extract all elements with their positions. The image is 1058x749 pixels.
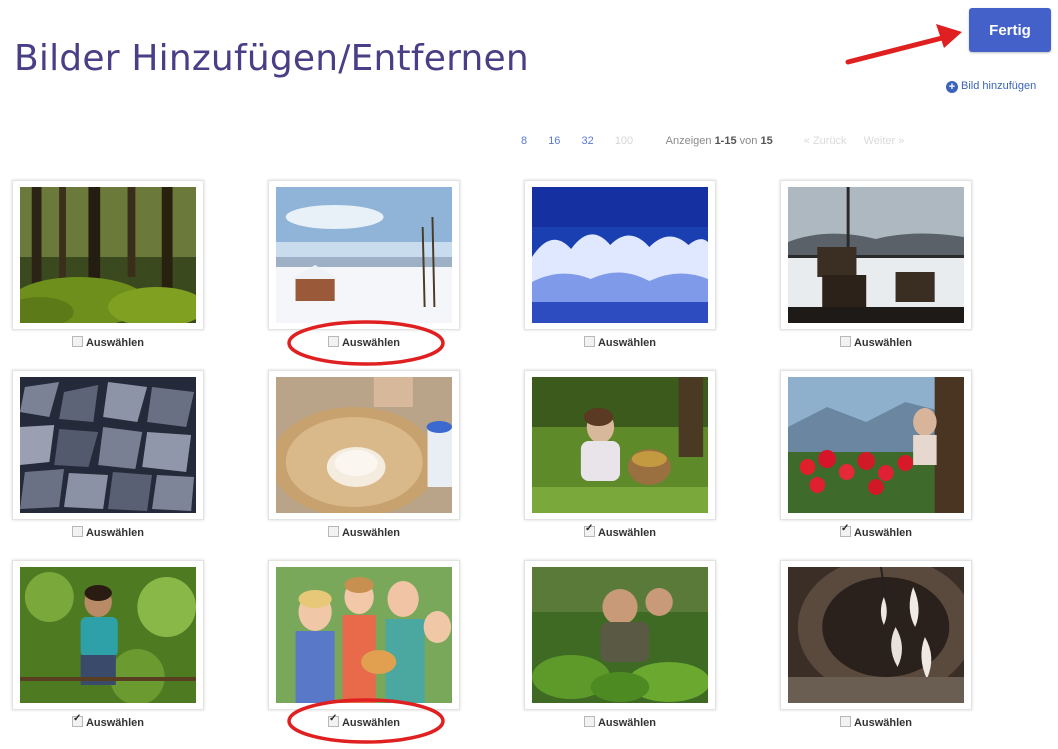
per-page-8[interactable]: 8 bbox=[521, 135, 527, 147]
select-checkbox[interactable] bbox=[839, 716, 851, 727]
select-label: Auswählen bbox=[85, 527, 145, 539]
per-page-32[interactable]: 32 bbox=[582, 135, 594, 147]
select-toggle[interactable]: Auswählen bbox=[268, 713, 460, 729]
result-total: 15 bbox=[760, 135, 773, 147]
select-checkbox[interactable] bbox=[71, 713, 83, 727]
select-toggle[interactable]: Auswählen bbox=[524, 523, 716, 539]
next-page-link[interactable]: Weiter » bbox=[864, 135, 905, 147]
select-checkbox[interactable] bbox=[327, 336, 339, 347]
select-label: Auswählen bbox=[85, 337, 145, 349]
garden-photo bbox=[532, 567, 710, 703]
red-arrow-icon bbox=[845, 24, 962, 65]
select-checkbox[interactable] bbox=[583, 336, 595, 347]
select-toggle[interactable]: Auswählen bbox=[268, 336, 460, 349]
select-checkbox[interactable] bbox=[583, 523, 595, 537]
select-toggle[interactable]: Auswählen bbox=[524, 716, 716, 729]
children-cat-photo bbox=[276, 567, 452, 703]
select-toggle[interactable]: Auswählen bbox=[12, 713, 204, 729]
image-card[interactable] bbox=[12, 560, 204, 710]
image-card[interactable] bbox=[524, 180, 716, 330]
select-label: Auswählen bbox=[341, 337, 401, 349]
select-label: Auswählen bbox=[597, 527, 657, 539]
child-meadow-photo bbox=[532, 377, 708, 513]
select-label: Auswählen bbox=[341, 527, 401, 539]
window-chairs-photo bbox=[788, 187, 964, 323]
result-count-prefix: Anzeigen bbox=[665, 135, 715, 147]
select-checkbox[interactable] bbox=[327, 526, 339, 537]
result-range: 1-15 bbox=[714, 135, 737, 147]
image-card[interactable] bbox=[524, 560, 716, 710]
select-label: Auswählen bbox=[597, 337, 657, 349]
select-label: Auswählen bbox=[853, 717, 913, 729]
select-toggle[interactable]: Auswählen bbox=[268, 526, 460, 539]
select-label: Auswählen bbox=[85, 717, 145, 729]
select-label: Auswählen bbox=[853, 337, 913, 349]
image-card[interactable] bbox=[524, 370, 716, 520]
select-checkbox[interactable] bbox=[327, 713, 339, 727]
image-card[interactable] bbox=[268, 560, 460, 710]
select-toggle[interactable]: Auswählen bbox=[524, 336, 716, 349]
image-card[interactable] bbox=[12, 370, 204, 520]
select-toggle[interactable]: Auswählen bbox=[780, 716, 972, 729]
image-card[interactable] bbox=[5, 180, 206, 330]
page: Bilder Hinzufügen/Entfernen Fertig + Bild… bbox=[0, 0, 1058, 749]
cheese-cloths-photo bbox=[788, 557, 974, 703]
per-page-16[interactable]: 16 bbox=[548, 135, 560, 147]
select-toggle[interactable]: Auswählen bbox=[780, 523, 972, 539]
result-count-mid: von bbox=[736, 135, 761, 147]
add-image-label: Bild hinzufügen bbox=[961, 80, 1037, 92]
forest-photo bbox=[5, 187, 206, 327]
select-checkbox[interactable] bbox=[583, 716, 595, 727]
select-checkbox[interactable] bbox=[839, 336, 851, 347]
frosted-trees-photo bbox=[532, 187, 708, 323]
image-card[interactable] bbox=[780, 557, 974, 710]
balcony-flowers-photo bbox=[788, 377, 964, 513]
prev-page-link[interactable]: « Zurück bbox=[804, 135, 847, 147]
image-card[interactable] bbox=[780, 370, 972, 520]
add-image-link[interactable]: + Bild hinzufügen bbox=[946, 80, 1036, 93]
image-card[interactable] bbox=[268, 180, 460, 330]
select-label: Auswählen bbox=[597, 717, 657, 729]
select-checkbox[interactable] bbox=[839, 523, 851, 537]
plus-circle-icon: + bbox=[946, 81, 958, 93]
snowy-hut-photo bbox=[276, 187, 452, 323]
select-toggle[interactable]: Auswählen bbox=[780, 336, 972, 349]
select-toggle[interactable]: Auswählen bbox=[12, 336, 204, 349]
firewood-photo bbox=[20, 377, 196, 513]
select-label: Auswählen bbox=[853, 527, 913, 539]
result-count: Anzeigen 1-15 von 15 bbox=[666, 135, 773, 147]
dough-bowl-photo bbox=[271, 377, 452, 517]
select-checkbox[interactable] bbox=[71, 336, 83, 347]
select-checkbox[interactable] bbox=[71, 526, 83, 537]
page-title: Bilder Hinzufügen/Entfernen bbox=[14, 38, 529, 80]
pagination-bar: 8 16 32 100 Anzeigen 1-15 von 15 « Zurüc… bbox=[521, 135, 904, 147]
boy-tree-photo bbox=[20, 567, 196, 705]
select-toggle[interactable]: Auswählen bbox=[12, 526, 204, 539]
select-label: Auswählen bbox=[341, 717, 401, 729]
per-page-100[interactable]: 100 bbox=[615, 135, 633, 147]
image-card[interactable] bbox=[268, 370, 460, 520]
image-card[interactable] bbox=[780, 180, 972, 330]
done-button[interactable]: Fertig bbox=[969, 8, 1051, 52]
